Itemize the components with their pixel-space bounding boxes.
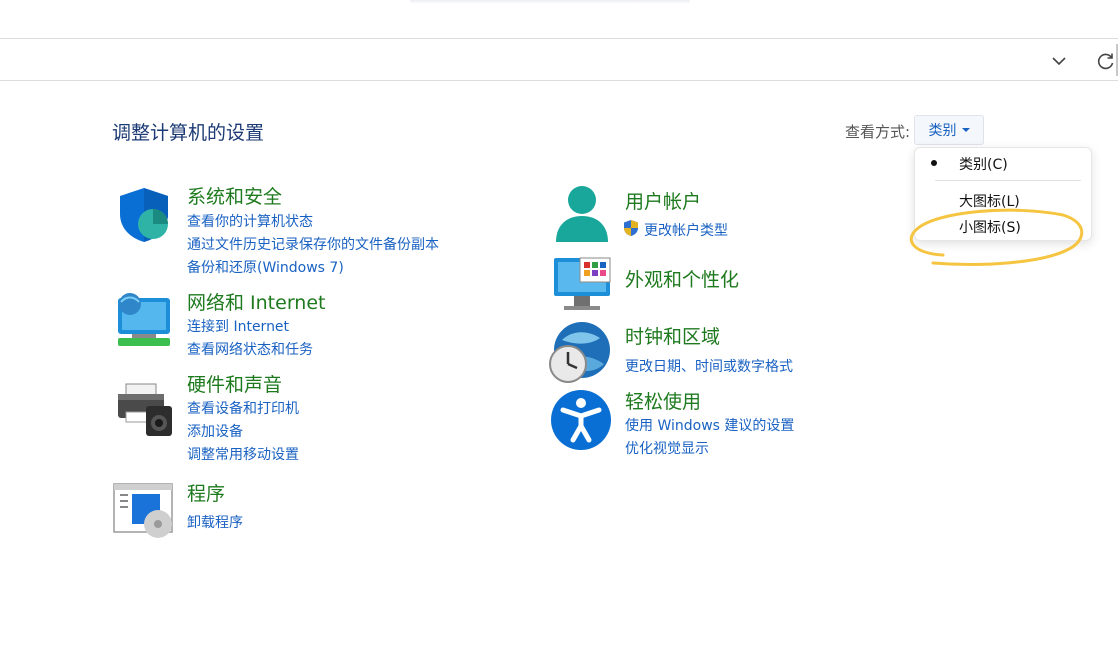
chevron-down-icon[interactable]: [1050, 52, 1068, 70]
link-backup-restore[interactable]: 备份和还原(Windows 7): [187, 257, 344, 277]
link-network-status[interactable]: 查看网络状态和任务: [187, 339, 313, 359]
link-mobility-settings[interactable]: 调整常用移动设置: [187, 444, 299, 464]
address-bar[interactable]: [0, 38, 1118, 81]
shield-icon[interactable]: [112, 182, 176, 246]
link-optimize-visual[interactable]: 优化视觉显示: [625, 438, 709, 458]
category-title-ease[interactable]: 轻松使用: [625, 387, 701, 414]
link-add-device[interactable]: 添加设备: [187, 421, 243, 441]
printer-speaker-icon[interactable]: [112, 376, 176, 440]
network-monitor-icon[interactable]: [112, 290, 176, 354]
programs-window-icon[interactable]: [112, 480, 176, 544]
globe-clock-icon[interactable]: [548, 320, 612, 384]
category-title-accounts[interactable]: 用户帐户: [625, 187, 701, 214]
link-change-account-type[interactable]: 更改帐户类型: [644, 220, 728, 240]
desktop-personalize-icon[interactable]: [550, 254, 614, 318]
refresh-icon[interactable]: [1096, 51, 1116, 71]
caret-down-icon: [961, 128, 970, 132]
category-title-clock[interactable]: 时钟和区域: [625, 322, 720, 349]
view-by-selected: 类别: [928, 123, 957, 139]
link-devices-printers[interactable]: 查看设备和打印机: [187, 398, 299, 418]
link-windows-recommended[interactable]: 使用 Windows 建议的设置: [625, 415, 794, 435]
category-title-hardware[interactable]: 硬件和声音: [187, 370, 282, 397]
menu-separator: [935, 180, 1081, 181]
link-check-status[interactable]: 查看你的计算机状态: [187, 211, 313, 231]
uac-shield-icon: [624, 220, 638, 236]
menu-item-category[interactable]: 类别(C): [959, 154, 1008, 174]
user-account-icon[interactable]: [550, 182, 614, 246]
window-shadow: [410, 0, 690, 4]
view-by-label: 查看方式:: [845, 123, 911, 141]
category-title-programs[interactable]: 程序: [187, 479, 225, 506]
link-date-time-format[interactable]: 更改日期、时间或数字格式: [625, 356, 793, 376]
page-title: 调整计算机的设置: [112, 122, 265, 144]
link-connect-internet[interactable]: 连接到 Internet: [187, 316, 289, 336]
category-title-network[interactable]: 网络和 Internet: [187, 288, 325, 315]
radio-dot-icon: [931, 160, 937, 166]
view-by-dropdown[interactable]: 类别: [914, 115, 984, 145]
accessibility-icon[interactable]: [549, 388, 613, 452]
title-area: [0, 0, 1118, 38]
category-title-system[interactable]: 系统和安全: [187, 182, 282, 209]
highlight-circle: [910, 208, 1084, 266]
link-uninstall-program[interactable]: 卸载程序: [187, 512, 243, 532]
category-title-appearance[interactable]: 外观和个性化: [625, 265, 739, 292]
link-file-history[interactable]: 通过文件历史记录保存你的文件备份副本: [187, 234, 439, 254]
